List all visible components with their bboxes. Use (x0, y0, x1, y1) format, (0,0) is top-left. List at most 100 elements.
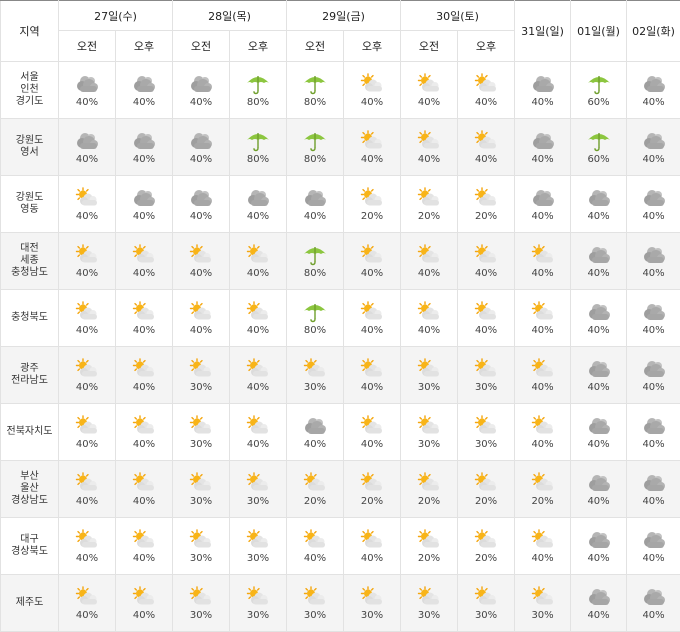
region-name: 충청북도 (1, 290, 59, 347)
forecast-body: 서울인천경기도40%40%40%80%80%40%40%40%40%60%40%… (1, 62, 680, 632)
forecast-cell: 40% (173, 62, 230, 119)
cloudy-icon (641, 415, 667, 437)
partly-sunny-icon (74, 415, 100, 437)
cloudy-icon (530, 73, 556, 95)
partly-sunny-icon (359, 415, 385, 437)
forecast-cell: 40% (458, 119, 515, 176)
precip-probability: 40% (361, 440, 383, 450)
day-header-29: 29일(금) (287, 1, 401, 31)
partly-sunny-icon (74, 586, 100, 608)
precip-probability: 30% (418, 383, 440, 393)
cloudy-icon (586, 472, 612, 494)
cloudy-icon (131, 130, 157, 152)
precip-probability: 40% (531, 440, 553, 450)
precip-probability: 40% (76, 326, 98, 336)
forecast-cell: 20% (401, 518, 458, 575)
am-header: 오전 (173, 31, 230, 62)
precip-probability: 40% (76, 212, 98, 222)
cloudy-icon (641, 472, 667, 494)
partly-sunny-icon (473, 586, 499, 608)
forecast-cell: 20% (401, 461, 458, 518)
cloudy-icon (641, 73, 667, 95)
precip-probability: 40% (190, 269, 212, 279)
partly-sunny-icon (530, 358, 556, 380)
forecast-cell: 40% (571, 518, 627, 575)
precip-probability: 40% (133, 554, 155, 564)
precip-probability: 40% (531, 326, 553, 336)
partly-sunny-icon (188, 472, 214, 494)
precip-probability: 40% (304, 440, 326, 450)
forecast-cell: 40% (344, 62, 401, 119)
precip-probability: 40% (642, 155, 664, 165)
precip-probability: 30% (190, 440, 212, 450)
forecast-cell: 80% (287, 233, 344, 290)
am-header: 오전 (59, 31, 116, 62)
partly-sunny-icon (416, 529, 442, 551)
pm-header: 오후 (230, 31, 287, 62)
partly-sunny-icon (473, 529, 499, 551)
cloudy-icon (641, 244, 667, 266)
precip-probability: 40% (190, 212, 212, 222)
forecast-cell: 30% (173, 347, 230, 404)
forecast-row: 대전세종충청남도40%40%40%40%80%40%40%40%40%40%40… (1, 233, 680, 290)
precip-probability: 40% (531, 383, 553, 393)
forecast-cell: 40% (287, 518, 344, 575)
region-name-line: 영동 (1, 204, 58, 216)
forecast-cell: 40% (627, 62, 680, 119)
forecast-cell: 40% (401, 233, 458, 290)
region-name-line: 제주도 (1, 597, 58, 609)
cloudy-icon (586, 529, 612, 551)
forecast-cell: 40% (116, 404, 173, 461)
am-header: 오전 (287, 31, 344, 62)
forecast-row: 강원도영동40%40%40%40%40%20%20%20%40%40%40% (1, 176, 680, 233)
region-name-line: 영서 (1, 147, 58, 159)
precip-probability: 30% (190, 383, 212, 393)
forecast-cell: 40% (287, 404, 344, 461)
cloudy-icon (586, 301, 612, 323)
partly-sunny-icon (188, 415, 214, 437)
forecast-cell: 40% (116, 461, 173, 518)
forecast-cell: 20% (287, 461, 344, 518)
precip-probability: 40% (76, 98, 98, 108)
forecast-cell: 40% (116, 62, 173, 119)
precip-probability: 40% (642, 212, 664, 222)
cloudy-icon (188, 187, 214, 209)
umbrella-rain-icon (586, 130, 612, 152)
precip-probability: 30% (247, 554, 269, 564)
precip-probability: 40% (190, 155, 212, 165)
region-name: 강원도영서 (1, 119, 59, 176)
forecast-cell: 40% (627, 290, 680, 347)
header-row-days: 지역 27일(수) 28일(목) 29일(금) 30일(토) 31일(일) 01… (1, 1, 680, 31)
partly-sunny-icon (530, 529, 556, 551)
forecast-cell: 40% (230, 347, 287, 404)
forecast-cell: 20% (515, 461, 571, 518)
precip-probability: 40% (642, 98, 664, 108)
precip-probability: 40% (361, 98, 383, 108)
precip-probability: 40% (642, 440, 664, 450)
partly-sunny-icon (131, 472, 157, 494)
cloudy-icon (74, 130, 100, 152)
precip-probability: 40% (642, 383, 664, 393)
precip-probability: 40% (587, 497, 609, 507)
forecast-cell: 30% (173, 461, 230, 518)
partly-sunny-icon (416, 187, 442, 209)
forecast-cell: 40% (571, 290, 627, 347)
precip-probability: 80% (247, 155, 269, 165)
precip-probability: 20% (304, 497, 326, 507)
precip-probability: 20% (475, 554, 497, 564)
cloudy-icon (245, 187, 271, 209)
forecast-cell: 40% (344, 347, 401, 404)
cloudy-icon (530, 130, 556, 152)
cloudy-icon (641, 187, 667, 209)
forecast-cell: 40% (173, 119, 230, 176)
precip-probability: 40% (76, 440, 98, 450)
cloudy-icon (586, 358, 612, 380)
forecast-cell: 40% (458, 233, 515, 290)
precip-probability: 40% (587, 326, 609, 336)
cloudy-icon (74, 73, 100, 95)
forecast-cell: 30% (173, 518, 230, 575)
precip-probability: 20% (475, 497, 497, 507)
forecast-cell: 40% (59, 233, 116, 290)
precip-probability: 30% (190, 497, 212, 507)
precip-probability: 40% (76, 497, 98, 507)
